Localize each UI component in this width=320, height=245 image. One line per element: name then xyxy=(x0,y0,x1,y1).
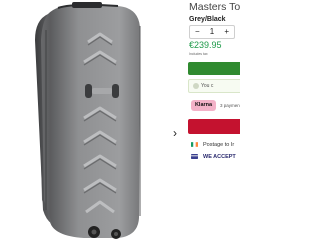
we-accept-text: WE ACCEPT xyxy=(203,154,236,160)
variant-label: Grey/Black xyxy=(189,16,226,23)
quantity-value[interactable]: 1 xyxy=(205,26,220,38)
buy-now-button[interactable] xyxy=(188,119,240,134)
quantity-stepper: − 1 + xyxy=(189,25,235,39)
stock-notice: You c xyxy=(188,79,240,93)
quantity-increase-button[interactable]: + xyxy=(219,26,234,38)
postage-info: Postage to Ir xyxy=(191,142,234,148)
product-image xyxy=(0,0,180,240)
stock-notice-text: You c xyxy=(201,83,214,89)
product-details-panel: Masters Tourer Grey/Black − 1 + €239.95 … xyxy=(186,0,240,240)
chevron-right-icon[interactable]: › xyxy=(170,126,180,140)
product-title: Masters Tourer xyxy=(189,1,240,13)
postage-text: Postage to Ir xyxy=(203,142,235,148)
card-icon xyxy=(191,154,198,160)
quantity-decrease-button[interactable]: − xyxy=(190,26,205,38)
add-to-cart-button[interactable] xyxy=(188,62,240,75)
payments-text: 3 paymen xyxy=(220,103,240,108)
check-icon xyxy=(193,82,199,89)
ireland-flag-icon xyxy=(191,142,198,147)
klarna-badge[interactable]: Klarna xyxy=(191,100,216,111)
payment-methods: WE ACCEPT xyxy=(191,154,236,160)
product-price: €239.95 xyxy=(189,40,222,50)
tax-note: Includes tax xyxy=(189,52,208,56)
